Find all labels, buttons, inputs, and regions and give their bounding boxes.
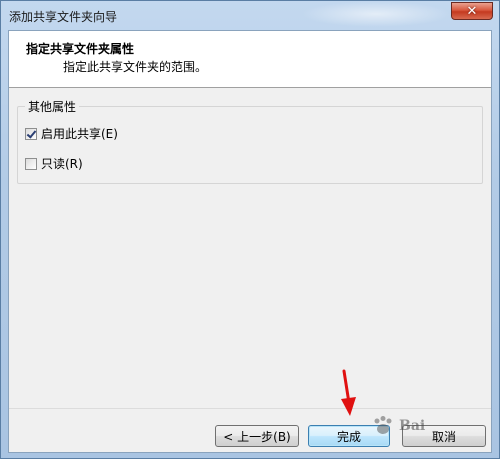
dialog-body: 指定共享文件夹属性 指定此共享文件夹的范围。 其他属性 启用此共享(E) 只读(… (8, 30, 492, 453)
window-title: 添加共享文件夹向导 (9, 10, 118, 24)
cancel-button[interactable]: 取消 (402, 425, 486, 447)
back-button[interactable]: < 上一步(B) (215, 425, 299, 447)
title-bar-glow (301, 1, 451, 27)
dialog-window: 添加共享文件夹向导 ✕ 指定共享文件夹属性 指定此共享文件夹的范围。 其他属性 … (0, 0, 500, 459)
footer-divider (9, 408, 491, 409)
enable-share-label[interactable]: 启用此共享(E) (41, 125, 118, 142)
enable-share-option[interactable]: 启用此共享(E) (25, 125, 118, 142)
read-only-option[interactable]: 只读(R) (25, 155, 83, 172)
close-icon: ✕ (466, 3, 478, 19)
other-properties-group: 其他属性 启用此共享(E) 只读(R) (17, 98, 483, 184)
title-bar[interactable]: 添加共享文件夹向导 ✕ (1, 1, 499, 31)
red-arrow-annotation (341, 369, 356, 416)
close-button[interactable]: ✕ (451, 2, 493, 20)
read-only-checkbox[interactable] (25, 157, 37, 170)
enable-share-checkbox[interactable] (25, 127, 37, 140)
group-label: 其他属性 (25, 98, 80, 115)
page-subtitle: 指定此共享文件夹的范围。 (63, 60, 208, 74)
finish-button[interactable]: 完成 (308, 425, 390, 447)
page-title: 指定共享文件夹属性 (26, 42, 135, 56)
wizard-header: 指定共享文件夹属性 指定此共享文件夹的范围。 (9, 31, 491, 88)
read-only-label[interactable]: 只读(R) (41, 155, 83, 172)
